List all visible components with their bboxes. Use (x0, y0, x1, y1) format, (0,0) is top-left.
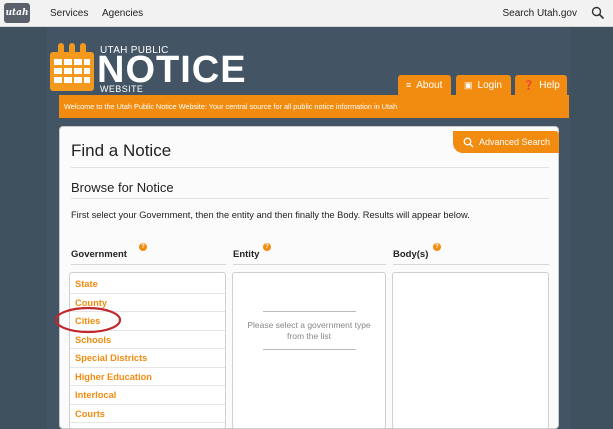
about-button[interactable]: ≡ About (398, 75, 451, 95)
browse-title: Browse for Notice (71, 180, 174, 195)
help-badge-icon[interactable]: ? (139, 243, 147, 251)
entity-label: Entity (233, 249, 260, 260)
about-label: About (416, 80, 443, 91)
body-header: Body(s) ? (393, 243, 441, 260)
advanced-search-button[interactable]: Advanced Search (453, 131, 559, 153)
government-label: Government (71, 249, 127, 260)
government-item-courts[interactable]: Courts (70, 405, 225, 423)
search-icon (463, 137, 474, 148)
divider (263, 349, 356, 350)
brand-website: WEBSITE (100, 84, 144, 94)
entity-list (232, 272, 386, 429)
help-icon: ❓ (523, 80, 535, 90)
government-item-state[interactable]: State (70, 275, 225, 294)
divider (233, 264, 386, 265)
utah-gov-bar: utah Services Agencies Search Utah.gov (0, 0, 613, 27)
divider (71, 167, 549, 168)
body-label: Body(s) (393, 249, 429, 260)
utah-gov-logo[interactable]: utah (4, 3, 30, 23)
lock-icon: ▣ (464, 80, 473, 90)
login-button[interactable]: ▣ Login (456, 75, 511, 95)
rss-icon: ≡ (406, 80, 412, 90)
search-utah-link[interactable]: Search Utah.gov (503, 8, 578, 19)
calendar-logo-icon (50, 43, 94, 91)
instructions-text: First select your Government, then the e… (71, 210, 470, 220)
page-title: Find a Notice (71, 141, 172, 160)
highlight-circle-annotation (54, 306, 122, 334)
services-link[interactable]: Services (50, 8, 88, 19)
divider (393, 264, 549, 265)
divider (71, 264, 226, 265)
welcome-banner: Welcome to the Utah Public Notice Websit… (59, 95, 569, 118)
entity-placeholder-message: Please select a government type from the… (247, 320, 371, 341)
body-list (392, 272, 549, 429)
search-icon[interactable] (591, 6, 605, 20)
help-button[interactable]: ❓ Help (515, 75, 567, 95)
login-label: Login (477, 80, 502, 91)
divider (71, 198, 549, 199)
government-item-higher-education[interactable]: Higher Education (70, 368, 225, 386)
divider (263, 311, 356, 312)
advanced-search-label: Advanced Search (479, 137, 551, 147)
entity-header: Entity ? (233, 243, 271, 260)
government-header: Government ? (71, 243, 147, 260)
government-item-interlocal[interactable]: Interlocal (70, 386, 225, 405)
help-label: Help (539, 80, 560, 91)
help-badge-icon[interactable]: ? (263, 243, 271, 251)
help-badge-icon[interactable]: ? (433, 243, 441, 251)
agencies-link[interactable]: Agencies (102, 8, 143, 19)
government-item-special-districts[interactable]: Special Districts (70, 349, 225, 368)
